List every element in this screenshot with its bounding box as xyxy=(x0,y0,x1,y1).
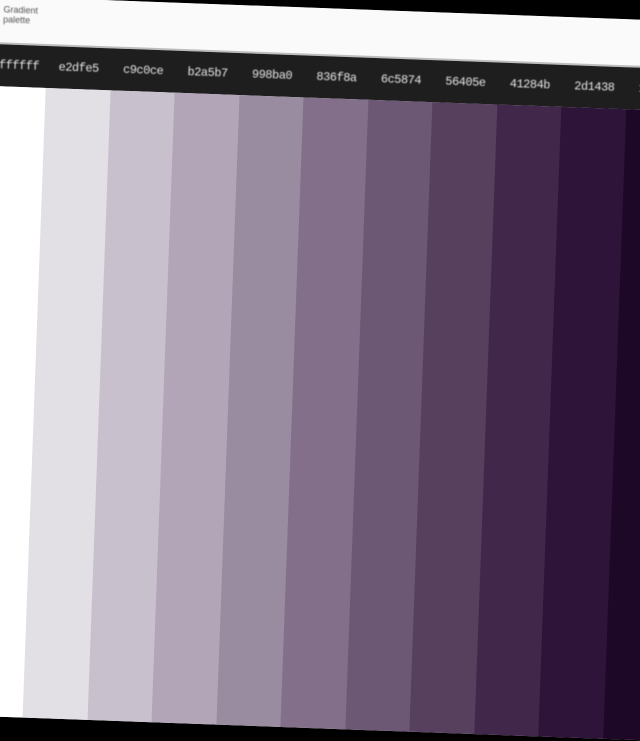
palette-window: Gradient palette ffffff e2dfe5 c9c0ce b2a5b… xyxy=(0,0,640,741)
hex-label: 6c5874 xyxy=(380,72,422,88)
swatch-strip xyxy=(0,85,640,741)
hex-label: 41284b xyxy=(509,76,551,93)
hex-label: 2d1438 xyxy=(573,79,615,95)
hex-label: 56405e xyxy=(445,74,486,91)
hex-label: ffffff xyxy=(0,58,40,74)
hex-label: 836f8a xyxy=(316,69,357,86)
hex-label: e2dfe5 xyxy=(58,60,100,76)
hex-label: 1e0827 xyxy=(626,67,640,111)
hex-label: c9c0ce xyxy=(122,62,164,79)
hex-label: b2a5b7 xyxy=(187,65,228,81)
hex-label: 998ba0 xyxy=(251,67,293,83)
window-title: Gradient palette xyxy=(2,4,39,26)
